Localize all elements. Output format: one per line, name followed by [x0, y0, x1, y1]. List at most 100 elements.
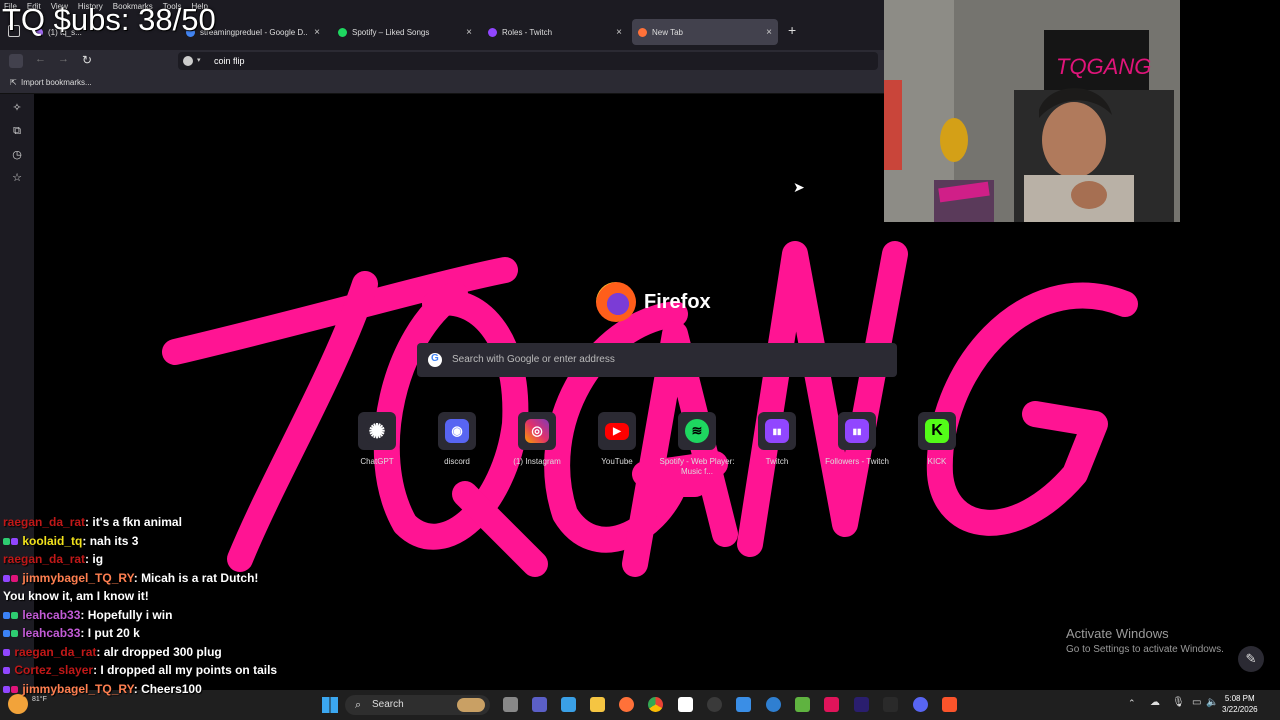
terminal-icon[interactable] [883, 697, 898, 712]
firefox-taskbar-icon[interactable] [619, 697, 634, 712]
shortcut-label: Followers - Twitch [825, 457, 889, 466]
cloud-icon[interactable]: ☁ [1150, 697, 1160, 708]
store-icon[interactable] [736, 697, 751, 712]
url-text[interactable]: coin flip [214, 52, 245, 70]
chevron-up-icon[interactable]: ⌃ [1128, 698, 1136, 709]
premiere-icon[interactable] [854, 697, 869, 712]
close-icon[interactable]: × [766, 27, 772, 38]
forward-icon[interactable]: → [58, 53, 69, 65]
badge-icon [3, 648, 10, 656]
chat-text: Cheers100 [141, 681, 202, 696]
shortcut-kick[interactable]: K KICK [897, 412, 977, 467]
shortcut-chatgpt[interactable]: ✺ ChatGPT [337, 412, 417, 467]
volume-icon[interactable]: 🔈 [1206, 697, 1218, 708]
close-icon[interactable]: × [466, 27, 472, 38]
webcam-feed: TQGANG [884, 0, 1180, 222]
import-bookmarks-link[interactable]: Import bookmarks... [21, 72, 92, 93]
search-input[interactable]: Search with Google or enter address [417, 342, 897, 377]
brave-icon[interactable] [942, 697, 957, 712]
obs-icon[interactable] [707, 697, 722, 712]
badge-icon [11, 537, 18, 545]
close-icon[interactable]: × [314, 27, 320, 38]
chat-message: raegan_da_rat: ig [3, 552, 104, 566]
chat-username: jimmybagel_TQ_RY [22, 681, 134, 696]
shortcut-spotify[interactable]: ≋ Spotify - Web Player: Music f... [657, 412, 737, 477]
minecraft-icon[interactable] [795, 697, 810, 712]
chat-username: raegan_da_rat [3, 515, 86, 529]
discord-icon: ◉ [445, 419, 469, 443]
synced-tabs-icon[interactable]: ⧉ [11, 125, 23, 138]
webcam-image: TQGANG [884, 0, 1180, 222]
ccleaner-icon[interactable] [766, 697, 781, 712]
shortcut-label: Twitch [765, 457, 789, 466]
search-engine-icon[interactable] [183, 56, 193, 66]
back-icon[interactable]: ← [35, 53, 46, 65]
chatgpt-icon: ✺ [365, 419, 389, 443]
tab-title: Spotify – Liked Songs [352, 27, 430, 37]
kick-icon: K [925, 419, 949, 443]
shortcut-label: ChatGPT [360, 457, 394, 466]
discord-taskbar-icon[interactable] [913, 697, 928, 712]
microphone-icon[interactable]: 🎙 [1172, 697, 1185, 708]
svg-text:TQGANG: TQGANG [1056, 54, 1151, 79]
badge-icon [3, 667, 10, 675]
google-icon [428, 342, 442, 376]
instagram-icon: ◎ [525, 419, 549, 443]
chevron-down-icon[interactable]: ▾ [197, 52, 201, 70]
shortcut-youtube[interactable]: ▶ YouTube [577, 412, 657, 467]
tab-title: streamingpredueI - Google D... [200, 27, 308, 37]
taskbar-search[interactable]: ⌕ Search [345, 695, 490, 715]
tab-twitch-roles[interactable]: Roles - Twitch × [482, 19, 628, 45]
chrome-icon[interactable] [648, 697, 663, 712]
task-view-icon[interactable] [503, 697, 518, 712]
chat-message: Cortez_slayer: I dropped all my points o… [3, 661, 283, 680]
chat-username: raegan_da_rat [14, 644, 97, 659]
file-explorer-icon[interactable] [590, 697, 605, 712]
firefox-wordmark: Firefox [644, 290, 711, 313]
activate-windows-watermark: Activate Windows Go to Settings to activ… [1066, 626, 1224, 655]
ai-chatbot-icon[interactable]: ✧ [11, 101, 23, 114]
url-bar[interactable]: ▾ coin flip [178, 52, 878, 70]
search-placeholder: Search with Google or enter address [452, 354, 615, 365]
bookmarks-icon[interactable]: ☆ [11, 171, 23, 184]
history-icon[interactable]: ◷ [11, 148, 23, 161]
chat-username: jimmybagel_TQ_RY [22, 570, 134, 585]
reload-icon[interactable]: ↻ [82, 53, 92, 67]
shortcut-followers-twitch[interactable]: ▮▮ Followers - Twitch [817, 412, 897, 467]
sidebar-button[interactable] [9, 54, 23, 68]
chat-username: koolaid_tq [22, 533, 83, 548]
shortcut-twitch[interactable]: ▮▮ Twitch [737, 412, 817, 467]
chat-username: raegan_da_rat [3, 552, 86, 566]
shortcut-discord[interactable]: ◉ discord [417, 412, 497, 467]
taskbar-clock[interactable]: 5:08 PM 3/22/2026 [1222, 693, 1258, 715]
close-icon[interactable]: × [616, 27, 622, 38]
tab-spotify[interactable]: Spotify – Liked Songs × [332, 19, 478, 45]
teams-icon[interactable] [532, 697, 547, 712]
import-bookmarks-icon: ⇱ [10, 78, 17, 87]
badge-icon [3, 537, 10, 545]
clock-time: 5:08 PM [1224, 694, 1255, 703]
chat-text: nah its 3 [89, 533, 139, 548]
edit-pencil-icon[interactable]: ✎ [1238, 646, 1264, 672]
youtube-icon: ▶ [605, 422, 629, 440]
document-icon[interactable] [678, 697, 693, 712]
network-icon[interactable]: ▭ [1192, 697, 1201, 708]
chat-text: ig [92, 552, 104, 566]
tab-new-tab[interactable]: New Tab × [632, 19, 778, 45]
watermark-title: Activate Windows [1066, 626, 1169, 641]
chat-message: raegan_da_rat: it's a fkn animal [3, 515, 182, 529]
search-highlight-icon [457, 698, 485, 712]
chat-message: jimmybagel_TQ_RY: Micah is a rat Dutch! … [3, 570, 259, 603]
bookmarks-bar: ⇱ Import bookmarks... [0, 72, 884, 94]
shortcut-instagram[interactable]: ◎ (1) Instagram [497, 412, 577, 467]
copilot-icon[interactable] [561, 697, 576, 712]
tiktok-icon[interactable] [824, 697, 839, 712]
chat-message: koolaid_tq: nah its 3 [3, 532, 283, 551]
windows-start-icon[interactable] [322, 697, 338, 713]
new-tab-button[interactable]: + [788, 22, 796, 38]
spotify-icon: ≋ [685, 419, 709, 443]
badge-icon [11, 574, 18, 582]
shortcut-label: YouTube [601, 457, 633, 466]
taskbar-search-label: Search [372, 699, 404, 710]
chat-username: leahcab33 [22, 607, 81, 622]
